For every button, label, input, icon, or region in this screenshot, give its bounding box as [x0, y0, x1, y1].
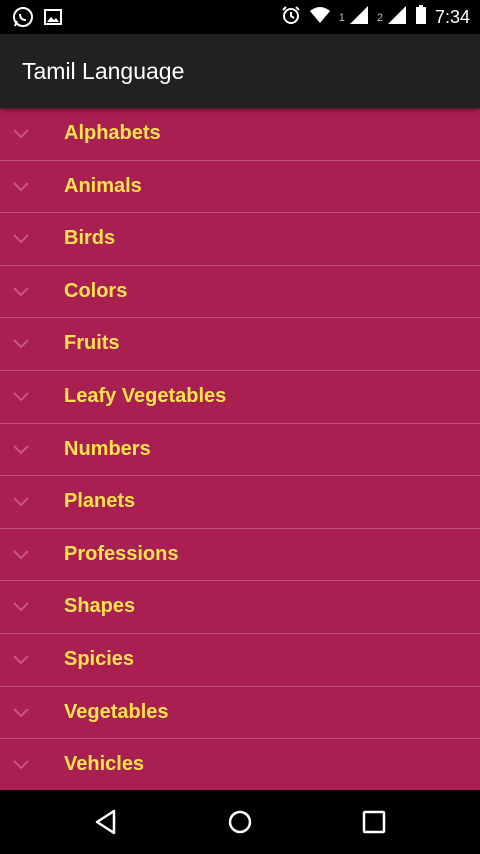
- recents-icon[interactable]: [360, 808, 388, 836]
- app-bar: Tamil Language: [0, 34, 480, 108]
- sim2-label: 2: [376, 11, 383, 24]
- list-item-label: Vegetables: [64, 700, 169, 723]
- chevron-down-icon: [12, 548, 30, 560]
- list-item-label: Birds: [64, 227, 116, 250]
- chevron-down-icon: [12, 232, 30, 244]
- list-item[interactable]: Vegetables: [0, 687, 480, 740]
- list-item-label: Professions: [64, 542, 179, 565]
- chevron-down-icon: [12, 127, 30, 139]
- clock: 7:34: [434, 7, 470, 27]
- list-item-label: Alphabets: [64, 122, 161, 144]
- list-item[interactable]: Animals: [0, 161, 480, 214]
- alarm-icon: [281, 5, 301, 30]
- wifi-icon: [309, 6, 331, 29]
- chevron-down-icon: [12, 758, 30, 770]
- signal-icon: [387, 5, 407, 30]
- list-item[interactable]: Professions: [0, 529, 480, 582]
- back-icon[interactable]: [92, 808, 120, 836]
- list-item[interactable]: Leafy Vegetables: [0, 371, 480, 424]
- navigation-bar: [0, 790, 480, 854]
- chevron-down-icon: [12, 390, 30, 402]
- signal-icon: [349, 5, 369, 30]
- list-item-label: Shapes: [64, 595, 136, 618]
- list-item[interactable]: Numbers: [0, 424, 480, 477]
- list-item[interactable]: Colors: [0, 266, 480, 319]
- sim1-label: 1: [338, 11, 345, 24]
- category-list: Alphabets Animals Birds Colors Fruits Le…: [0, 108, 480, 790]
- status-bar: 1 2 7:34: [0, 0, 480, 34]
- chevron-down-icon: [12, 180, 30, 192]
- list-item-label: Numbers: [64, 437, 151, 460]
- chevron-down-icon: [12, 337, 30, 349]
- list-item[interactable]: Birds: [0, 213, 480, 266]
- list-item[interactable]: Fruits: [0, 318, 480, 371]
- list-item[interactable]: Shapes: [0, 581, 480, 634]
- list-item-label: Colors: [64, 279, 128, 302]
- chevron-down-icon: [12, 495, 30, 507]
- chevron-down-icon: [12, 443, 30, 455]
- list-item-label: Leafy Vegetables: [64, 384, 227, 407]
- list-item-label: Vehicles: [64, 753, 145, 776]
- page-title: Tamil Language: [22, 58, 185, 84]
- whatsapp-icon: [12, 6, 34, 33]
- chevron-down-icon: [12, 285, 30, 297]
- list-item[interactable]: Vehicles: [0, 739, 480, 790]
- chevron-down-icon: [12, 706, 30, 718]
- list-item-label: Spicies: [64, 647, 135, 670]
- list-item-label: Planets: [64, 490, 136, 513]
- battery-icon: [415, 5, 427, 30]
- list-item[interactable]: Spicies: [0, 634, 480, 687]
- list-item[interactable]: Alphabets: [0, 108, 480, 161]
- chevron-down-icon: [12, 600, 30, 612]
- list-item-label: Animals: [64, 174, 142, 197]
- list-item[interactable]: Planets: [0, 476, 480, 529]
- list-item-label: Fruits: [64, 332, 120, 355]
- home-icon[interactable]: [226, 808, 254, 836]
- image-icon: [44, 8, 62, 31]
- chevron-down-icon: [12, 653, 30, 665]
